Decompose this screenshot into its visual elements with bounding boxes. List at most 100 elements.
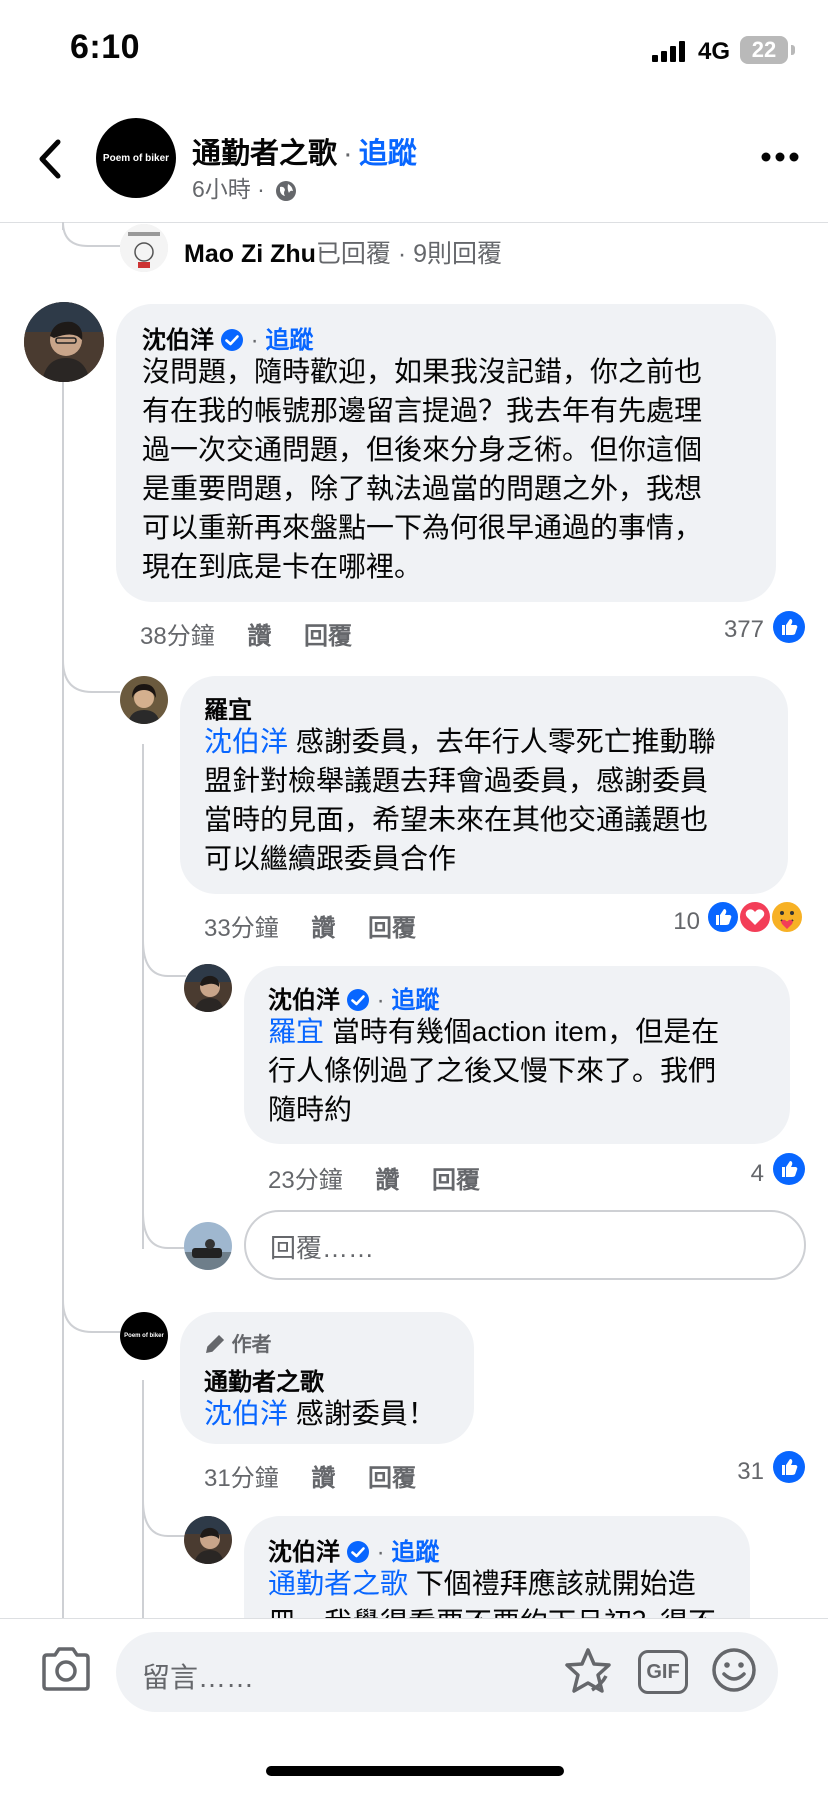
reply-input[interactable]: 回覆…… — [244, 1210, 806, 1280]
reply-button[interactable]: 回覆 — [304, 623, 352, 650]
follow-button[interactable]: 追蹤 — [391, 987, 439, 1014]
author-badge: 作者 — [204, 1328, 272, 1357]
reaction-count[interactable]: 10 — [640, 908, 700, 936]
thread-line-sub — [142, 744, 144, 1249]
like-reaction-icon — [773, 1153, 805, 1185]
verified-icon — [347, 989, 369, 1011]
avatar[interactable] — [24, 302, 104, 382]
author-badge-label: 作者 — [231, 1334, 272, 1356]
home-indicator — [266, 1766, 564, 1776]
comment-line: 可以繼續跟委員合作 — [204, 843, 457, 874]
author-name[interactable]: 沈伯洋 — [268, 987, 340, 1014]
sticker-icon[interactable] — [562, 1646, 614, 1698]
comment-text: 沒問題，隨時歡迎，如果我沒記錯，你之前也 有在我的帳號那邊留言提過？我去年有先處… — [142, 352, 772, 586]
reaction-count[interactable]: 4 — [720, 1160, 764, 1188]
avatar-photo-icon — [184, 964, 232, 1012]
author-name[interactable]: 通勤者之歌 — [204, 1369, 324, 1396]
header-divider — [0, 222, 828, 223]
page-title: 通勤者之歌 · 追蹤 — [192, 138, 417, 170]
comment-line: 感謝委員，去年行人零死亡推動聯 — [288, 726, 716, 757]
comment-line: 當時有幾個action item，但是在 — [324, 1016, 720, 1047]
comment-line: 有在我的帳號那邊留言提過？我去年有先處理 — [142, 395, 703, 426]
comment-placeholder: 留言…… — [142, 1662, 255, 1693]
comment-actions: 23分鐘 讚 回覆 — [268, 1160, 480, 1195]
mention-link[interactable]: 沈伯洋 — [204, 726, 288, 757]
reaction-count[interactable]: 377 — [680, 616, 764, 644]
camera-icon[interactable] — [40, 1646, 92, 1692]
follow-button[interactable]: 追蹤 — [359, 138, 417, 170]
reply-button[interactable]: 回覆 — [368, 915, 416, 942]
back-icon[interactable] — [34, 138, 66, 180]
comment-text: 羅宜 當時有幾個action item，但是在 行人條例過了之後又慢下來了。我們… — [268, 1012, 788, 1129]
avatar-photo-icon — [24, 302, 104, 382]
verified-icon — [221, 329, 243, 351]
thread-curve — [142, 1500, 186, 1537]
thread-line-main — [62, 380, 64, 1620]
thread-curve — [142, 940, 186, 977]
like-reaction-icon — [773, 611, 805, 643]
mention-link[interactable]: 通勤者之歌 — [268, 1568, 408, 1599]
pencil-icon — [206, 1334, 225, 1353]
avatar-photo-icon — [184, 1222, 232, 1270]
signal-icon — [652, 41, 685, 62]
avatar[interactable] — [184, 1222, 232, 1270]
mention-link[interactable]: 羅宜 — [268, 1016, 324, 1047]
comment-time: 31分鐘 — [204, 1465, 279, 1492]
avatar-photo-icon — [184, 1516, 232, 1564]
comment-author: 沈伯洋 · 追蹤 — [268, 1539, 440, 1566]
avatar[interactable] — [184, 964, 232, 1012]
avatar-text: Poem of biker — [124, 1333, 164, 1339]
mention-link[interactable]: 沈伯洋 — [204, 1398, 288, 1429]
comment-line: 可以重新再來盤點一下為何很早通過的事情， — [142, 512, 703, 543]
reply-button[interactable]: 回覆 — [432, 1167, 480, 1194]
like-button[interactable]: 讚 — [247, 623, 271, 650]
post-meta: 6小時 · — [192, 170, 297, 204]
reaction-count[interactable]: 31 — [708, 1458, 764, 1486]
comment-author: 通勤者之歌 — [204, 1362, 324, 1397]
comment-time: 38分鐘 — [140, 623, 215, 650]
comment-line: 過一次交通問題，但後來分身乏術。但你這個 — [142, 434, 703, 465]
thread-curve — [62, 222, 120, 247]
comment-actions: 33分鐘 讚 回覆 — [204, 908, 416, 943]
comment-author: 沈伯洋 · 追蹤 — [142, 327, 314, 354]
follow-button[interactable]: 追蹤 — [265, 327, 313, 354]
avatar-photo-icon — [120, 676, 168, 724]
comment-author: 羅宜 — [204, 690, 252, 725]
comment-text: 沈伯洋 感謝委員，去年行人零死亡推動聯 盟針對檢舉議題去拜會過委員，感謝委員 當… — [204, 722, 784, 878]
like-button[interactable]: 讚 — [311, 915, 335, 942]
comment-author: 沈伯洋 · 追蹤 — [268, 987, 440, 1014]
avatar[interactable] — [184, 1516, 232, 1564]
thread-curve — [62, 660, 120, 693]
more-options-icon[interactable] — [760, 150, 800, 164]
comment-time: 33分鐘 — [204, 915, 279, 942]
reply-button[interactable]: 回覆 — [368, 1465, 416, 1492]
like-button[interactable]: 讚 — [311, 1465, 335, 1492]
gif-button[interactable]: GIF — [638, 1650, 688, 1694]
avatar[interactable] — [120, 676, 168, 724]
page-avatar[interactable]: Poem of biker — [96, 118, 176, 198]
author-name[interactable]: 沈伯洋 — [142, 327, 214, 354]
emoji-icon[interactable] — [710, 1646, 758, 1694]
comment-line: 沒問題，隨時歡迎，如果我沒記錯，你之前也 — [142, 356, 703, 387]
summary-text: 已回覆 · 9則回覆 — [315, 240, 503, 268]
follow-button[interactable]: 追蹤 — [391, 1539, 439, 1566]
avatar[interactable]: Poem of biker — [120, 1312, 168, 1360]
network-label: 4G — [698, 38, 731, 65]
reply-placeholder: 回覆…… — [270, 1233, 375, 1263]
thread-curve — [142, 1212, 186, 1249]
thread-curve — [62, 1300, 120, 1333]
replies-summary[interactable]: Mao Zi Zhu已回覆 · 9則回覆 — [184, 234, 502, 270]
avatar[interactable] — [120, 224, 168, 272]
comment-line: 感謝委員！ — [288, 1398, 436, 1429]
battery-tip — [791, 45, 795, 55]
page-name[interactable]: 通勤者之歌 — [192, 138, 337, 170]
comment-line: 是重要問題，除了執法過當的問題之外，我想 — [142, 473, 703, 504]
love-reaction-icon — [738, 900, 772, 934]
post-time: 6小時 · — [192, 176, 265, 202]
author-name[interactable]: 沈伯洋 — [268, 1539, 340, 1566]
verified-icon — [347, 1541, 369, 1563]
globe-icon — [276, 180, 297, 201]
comment-actions: 31分鐘 讚 回覆 — [204, 1458, 416, 1493]
author-name[interactable]: 羅宜 — [204, 697, 252, 724]
like-button[interactable]: 讚 — [375, 1167, 399, 1194]
